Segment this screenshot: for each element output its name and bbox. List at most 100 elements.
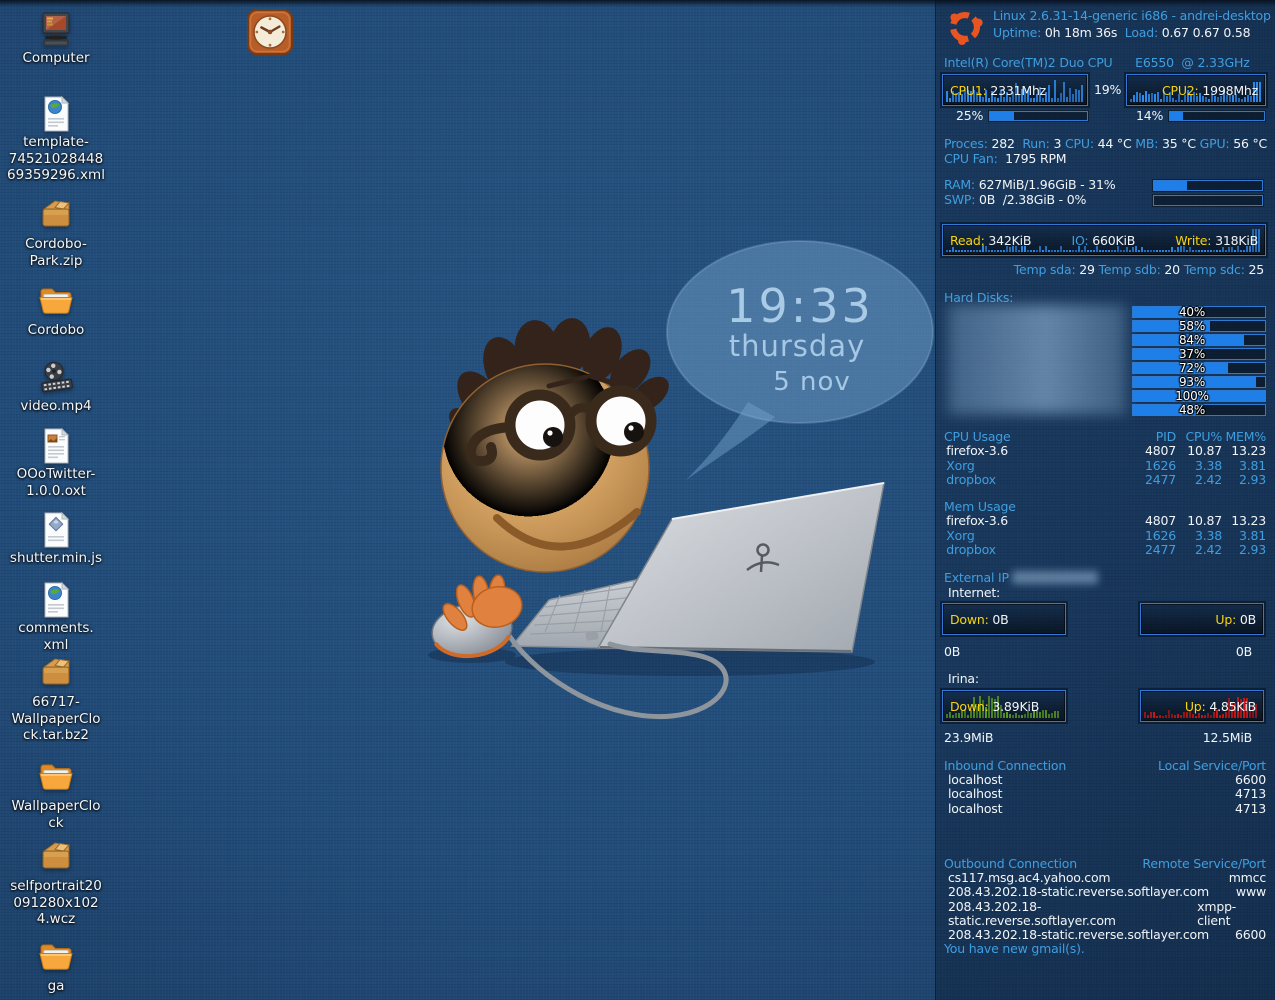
desktop-icon-ga[interactable]: ga [0, 938, 112, 995]
doc-image-icon [36, 426, 76, 466]
process-row: firefox-3.6480710.8713.23 [944, 514, 1266, 528]
irina-up-total: 12.5MiB [1203, 730, 1252, 745]
external-ip-label: External IP [944, 570, 1009, 585]
computer-icon [36, 10, 76, 50]
cpu1-usage-percent: 19% [1094, 82, 1121, 97]
disk-usage-percent: 37% [1133, 347, 1251, 361]
uptime-load-line: Uptime: 0h 18m 36s Load: 0.67 0.67 0.58 [993, 25, 1250, 40]
icon-label: 74521028448 [0, 151, 112, 168]
ram-usage-bar [1153, 180, 1263, 191]
desktop-icon-selfportrait-wcz[interactable]: selfportrait20091280x1024.wcz [0, 838, 112, 928]
desktop-icon-template-xml[interactable]: template-7452102844869359296.xml [0, 94, 112, 184]
disk-usage-bar: 84% [1132, 334, 1266, 346]
icon-label: xml [0, 637, 112, 654]
connection-row: 208.43.202.18-static.reverse.softlayer.c… [944, 885, 1266, 899]
ubuntu-logo-icon [942, 6, 988, 48]
bubble-time: 19:33 [726, 279, 874, 333]
character-pupil [543, 427, 563, 447]
icon-label: 091280x102 [0, 895, 112, 912]
package-icon [36, 654, 76, 694]
desktop-icon-video-mp4[interactable]: video.mp4 [0, 358, 112, 415]
internet-down-box: Down: 0B [942, 603, 1066, 635]
hard-disks-heading: Hard Disks: [944, 290, 1013, 305]
desktop-icon-wallpaperclock-tarbz2[interactable]: 66717-WallpaperClock.tar.bz2 [0, 654, 112, 744]
icon-label: Computer [0, 50, 112, 67]
clock-widget-icon[interactable] [246, 8, 294, 56]
disk-usage-percent: 93% [1133, 375, 1251, 389]
cpu-model-line: Intel(R) Core(TM)2 Duo CPU E6550 @ 2.33G… [944, 55, 1250, 70]
disk-usage-bar: 93% [1132, 376, 1266, 388]
wallpaper-illustration: 19:33 thursday 5 nov [370, 230, 950, 775]
process-row: Xorg16263.383.81 [944, 459, 1266, 473]
connection-row: 208.43.202.18-static.reverse.softlayer.c… [944, 900, 1266, 928]
desktop-icon-cordobo-park-zip[interactable]: Cordobo-Park.zip [0, 196, 112, 269]
desktop-icon-ooo-twitter[interactable]: OOoTwitter-1.0.0.oxt [0, 426, 112, 499]
connection-row: localhost6600 [944, 773, 1266, 787]
film-icon [36, 358, 76, 398]
eye-glint [628, 425, 633, 430]
cpu-usage-table: CPU UsagePIDCPU%MEM% firefox-3.6480710.8… [944, 430, 1266, 487]
icon-label: WallpaperClo [0, 711, 112, 728]
cpu2-percent-bar [1169, 111, 1265, 121]
cpu1-graph-box: CPU1: 2331Mhz [942, 74, 1088, 106]
swap-usage-bar [1153, 195, 1263, 206]
inbound-connections-table: Inbound ConnectionLocal Service/Portloca… [944, 759, 1266, 816]
cpu2-freq-percent-label: 14% [1136, 108, 1163, 123]
connections-header: Outbound ConnectionRemote Service/Port [944, 857, 1266, 871]
disk-usage-percent: 58% [1133, 319, 1251, 333]
connections-header: Inbound ConnectionLocal Service/Port [944, 759, 1266, 773]
eye-glint [547, 430, 552, 435]
processes-temps-line: Proces: 282 Run: 3 CPU: 44 °C MB: 35 °C … [944, 136, 1267, 151]
icon-label: ck [0, 815, 112, 832]
gmail-notice: You have new gmail(s). [944, 941, 1085, 956]
kernel-info-line: Linux 2.6.31-14-generic i686 - andrei-de… [993, 8, 1271, 23]
icon-label: Park.zip [0, 253, 112, 270]
desktop-icon-computer[interactable]: Computer [0, 10, 112, 67]
analog-clock-icon [246, 8, 294, 56]
disk-usage-bar: 100% [1132, 390, 1266, 402]
icon-label: comments. [0, 620, 112, 637]
folder-icon [36, 282, 76, 322]
folder-icon [36, 938, 76, 978]
cpu1-percent-bar [989, 111, 1088, 121]
mem-usage-table: Mem Usage firefox-3.6480710.8713.23 Xorg… [944, 500, 1266, 557]
outbound-connections-table: Outbound ConnectionRemote Service/Portcs… [944, 857, 1266, 942]
desktop-icon-shutter-min-js[interactable]: shutter.min.js [0, 510, 112, 567]
process-row: Xorg16263.383.81 [944, 529, 1266, 543]
bubble-day: thursday [729, 329, 866, 363]
folder-icon [36, 758, 76, 798]
disk-io-label: IO: 660KiB [1072, 233, 1136, 248]
package-icon [36, 196, 76, 236]
disk-usage-bar: 48% [1132, 404, 1266, 416]
disk-usage-bar: 58% [1132, 320, 1266, 332]
character-pupil [624, 422, 644, 442]
disk-usage-percent: 84% [1133, 333, 1251, 347]
icon-label: template- [0, 134, 112, 151]
icon-label: 4.wcz [0, 911, 112, 928]
desktop-icon-wallpaperclock-folder[interactable]: WallpaperClock [0, 758, 112, 831]
icon-label: ck.tar.bz2 [0, 727, 112, 744]
disk-usage-percent: 72% [1133, 361, 1251, 375]
cartoon-character [441, 315, 675, 572]
icon-label: video.mp4 [0, 398, 112, 415]
bubble-date: 5 nov [773, 367, 851, 397]
irina-up-box: Up: 4.85KiB [1140, 690, 1264, 722]
desktop-icon-comments-xml[interactable]: comments.xml [0, 580, 112, 653]
disk-usage-bar: 40% [1132, 306, 1266, 318]
package-icon [36, 838, 76, 878]
process-row: dropbox24772.422.93 [944, 543, 1266, 557]
desktop-icon-cordobo[interactable]: Cordobo [0, 282, 112, 339]
disk-temps-line: Temp sda: 29 Temp sdb: 20 Temp sdc: 25 [1014, 262, 1264, 277]
disk-usage-percent: 48% [1133, 403, 1251, 417]
disk-io-graph-box: Read: 342KiB IO: 660KiB Write: 318KiB [942, 224, 1266, 256]
ram-usage-line: RAM: 627MiB/1.96GiB - 31% [944, 177, 1115, 192]
connection-row: localhost4713 [944, 787, 1266, 801]
disk-names-blurred [948, 305, 1126, 413]
internet-up-speed: Up: 0B [1141, 604, 1263, 634]
icon-label: ga [0, 978, 112, 995]
speech-bubble: 19:33 thursday 5 nov [667, 241, 933, 480]
table-header: CPU UsagePIDCPU%MEM% [944, 430, 1266, 444]
irina-down-total: 23.9MiB [944, 730, 993, 745]
icon-label: 69359296.xml [0, 167, 112, 184]
cpu-fan-line: CPU Fan: 1795 RPM [944, 151, 1066, 166]
